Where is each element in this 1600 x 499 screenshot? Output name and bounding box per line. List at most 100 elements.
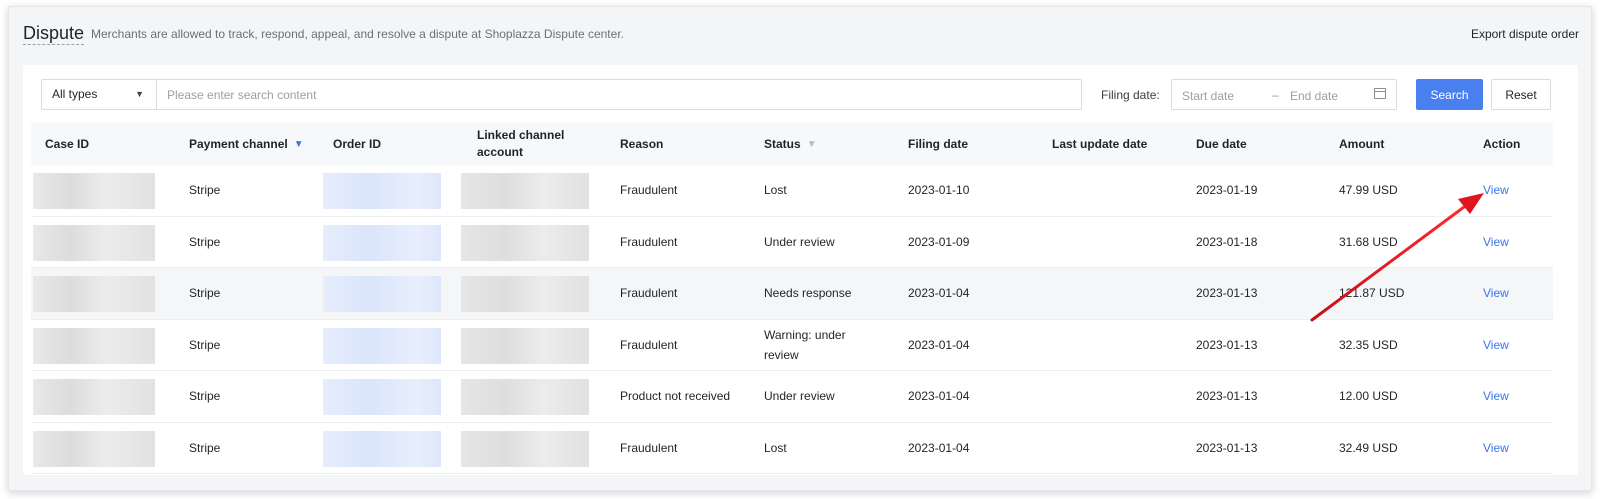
page-title: Dispute — [23, 23, 85, 45]
page-description: Merchants are allowed to track, respond,… — [91, 27, 624, 41]
linked-account-redacted — [461, 327, 589, 364]
due-date-cell: 2023-01-13 — [1196, 286, 1258, 301]
filter-bar: All types ▼ Filing date: Start date – En… — [41, 79, 1560, 111]
status-cell: Under review — [764, 234, 835, 249]
table-row: Stripe Product not received Under review… — [31, 371, 1553, 423]
status-cell: Under review — [764, 389, 835, 404]
table-row: Stripe Fraudulent Warning: under review … — [31, 319, 1553, 371]
reason-cell: Fraudulent — [620, 440, 678, 455]
reason-cell: Fraudulent — [620, 234, 678, 249]
status-cell: Needs response — [764, 286, 852, 301]
filter-icon[interactable]: ▼ — [807, 136, 817, 153]
reset-button[interactable]: Reset — [1491, 79, 1551, 110]
amount-cell: 47.99 USD — [1339, 183, 1398, 198]
table-row: Stripe Fraudulent Needs response 2023-01… — [31, 268, 1553, 320]
view-link[interactable]: View — [1483, 423, 1509, 474]
filing-date-cell: 2023-01-04 — [908, 440, 970, 455]
type-select[interactable]: All types ▼ — [41, 79, 156, 110]
view-link[interactable]: View — [1483, 165, 1509, 216]
search-button[interactable]: Search — [1416, 79, 1483, 110]
filing-date-label: Filing date: — [1101, 88, 1160, 102]
column-header-payment-channel[interactable]: Payment channel ▼ — [189, 123, 304, 165]
amount-cell: 32.35 USD — [1339, 337, 1398, 352]
view-link[interactable]: View — [1483, 371, 1509, 422]
payment-channel-cell: Stripe — [189, 234, 221, 249]
amount-cell: 32.49 USD — [1339, 440, 1398, 455]
column-header-last-update-date: Last update date — [1052, 136, 1148, 151]
view-link[interactable]: View — [1483, 217, 1509, 268]
payment-channel-cell: Stripe — [189, 183, 221, 198]
order-id-redacted[interactable] — [323, 430, 441, 467]
filing-date-cell: 2023-01-04 — [908, 337, 970, 352]
linked-account-redacted — [461, 430, 589, 467]
order-id-redacted[interactable] — [323, 224, 441, 261]
due-date-cell: 2023-01-19 — [1196, 183, 1258, 198]
export-dispute-order-link[interactable]: Export dispute order — [1471, 27, 1579, 41]
linked-account-redacted — [461, 379, 589, 415]
order-id-redacted[interactable] — [323, 173, 441, 209]
reason-cell: Product not received — [620, 389, 731, 404]
case-id-redacted — [33, 173, 155, 209]
amount-cell: 31.68 USD — [1339, 234, 1398, 249]
reason-cell: Fraudulent — [620, 183, 678, 198]
calendar-icon[interactable] — [1374, 88, 1386, 99]
case-id-redacted — [33, 327, 155, 364]
column-header-order-id: Order ID — [333, 136, 382, 151]
due-date-cell: 2023-01-13 — [1196, 440, 1258, 455]
dispute-card: All types ▼ Filing date: Start date – En… — [23, 65, 1578, 475]
table-row: Stripe Fraudulent Lost 2023-01-10 2023-0… — [31, 165, 1553, 217]
status-cell: Warning: under review — [764, 327, 846, 362]
case-id-redacted — [33, 430, 155, 467]
column-header-linked-channel-account: Linked channel account — [477, 128, 565, 159]
column-header-reason: Reason — [620, 136, 664, 151]
filing-date-cell: 2023-01-10 — [908, 183, 970, 198]
table-row: Stripe Fraudulent Under review 2023-01-0… — [31, 216, 1553, 268]
order-id-redacted[interactable] — [323, 276, 441, 312]
view-link[interactable]: View — [1483, 268, 1509, 319]
amount-cell: 12.00 USD — [1339, 389, 1398, 404]
payment-channel-cell: Stripe — [189, 389, 221, 404]
reason-cell: Fraudulent — [620, 337, 678, 352]
filing-date-cell: 2023-01-09 — [908, 234, 970, 249]
filing-date-cell: 2023-01-04 — [908, 286, 970, 301]
filing-date-cell: 2023-01-04 — [908, 389, 970, 404]
due-date-cell: 2023-01-18 — [1196, 234, 1258, 249]
due-date-cell: 2023-01-13 — [1196, 389, 1258, 404]
status-cell: Lost — [764, 440, 787, 455]
column-header-due-date: Due date — [1196, 136, 1247, 151]
payment-channel-cell: Stripe — [189, 440, 221, 455]
order-id-redacted[interactable] — [323, 379, 441, 415]
payment-channel-cell: Stripe — [189, 286, 221, 301]
date-range-picker[interactable]: Start date – End date — [1171, 79, 1397, 110]
dispute-table: Case ID Payment channel ▼ Order ID Linked… — [31, 123, 1553, 474]
end-date-field[interactable]: End date — [1290, 89, 1338, 103]
status-cell: Lost — [764, 183, 787, 198]
column-header-status[interactable]: Status ▼ — [764, 123, 817, 165]
payment-channel-cell: Stripe — [189, 337, 221, 352]
start-date-field[interactable]: Start date — [1182, 89, 1234, 103]
search-input[interactable] — [156, 79, 1082, 110]
column-header-filing-date: Filing date — [908, 136, 968, 151]
amount-cell: 121.87 USD — [1339, 286, 1405, 301]
due-date-cell: 2023-01-13 — [1196, 337, 1258, 352]
column-header-amount: Amount — [1339, 136, 1385, 151]
date-separator: – — [1272, 88, 1279, 102]
caret-down-icon: ▼ — [135, 89, 144, 99]
table-row: Stripe Fraudulent Lost 2023-01-04 2023-0… — [31, 422, 1553, 474]
column-header-action: Action — [1483, 136, 1521, 151]
linked-account-redacted — [461, 173, 589, 209]
filter-icon[interactable]: ▼ — [294, 136, 304, 153]
table-header: Case ID Payment channel ▼ Order ID Linked… — [31, 123, 1553, 165]
linked-account-redacted — [461, 224, 589, 261]
page-header: Dispute Merchants are allowed to track, … — [23, 21, 1579, 47]
reason-cell: Fraudulent — [620, 286, 678, 301]
linked-account-redacted — [461, 276, 589, 312]
order-id-redacted[interactable] — [323, 327, 441, 364]
column-header-case-id: Case ID — [45, 136, 90, 151]
app-frame: Dispute Merchants are allowed to track, … — [8, 6, 1592, 491]
case-id-redacted — [33, 379, 155, 415]
case-id-redacted — [33, 224, 155, 261]
view-link[interactable]: View — [1483, 320, 1509, 371]
case-id-redacted — [33, 276, 155, 312]
type-select-value: All types — [52, 87, 98, 101]
